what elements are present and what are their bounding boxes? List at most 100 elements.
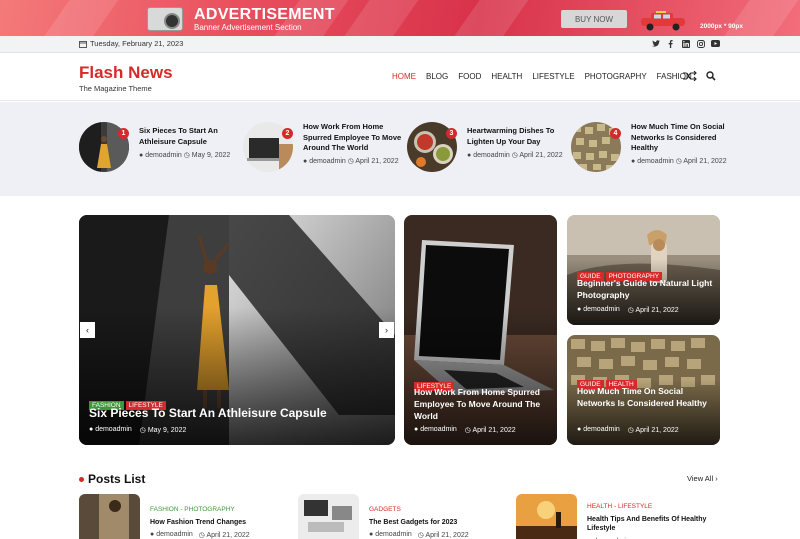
featured-title[interactable]: Six Pieces To Start An Athleisure Capsul… — [89, 406, 389, 420]
featured-slider[interactable]: FASHION LIFESTYLE Six Pieces To Start An … — [79, 215, 395, 445]
banner-decoration — [720, 0, 800, 36]
post-author[interactable]: demoadmin — [145, 152, 182, 159]
list-item[interactable]: HEALTH - LIFESTYLE Health Tips And Benef… — [516, 494, 726, 539]
post-title[interactable]: The Best Gadgets for 2023 — [369, 518, 504, 527]
trending-item[interactable]: 3 Heartwarming Dishes To Lighten Up Your… — [407, 122, 567, 182]
rank-badge: 3 — [446, 128, 457, 139]
rank-badge: 1 — [118, 128, 129, 139]
clock-icon: ◷ — [183, 152, 192, 159]
trending-item[interactable]: 1 Six Pieces To Start An Athleisure Caps… — [79, 122, 239, 182]
current-date: Tuesday, February 21, 2023 — [79, 39, 183, 48]
post-thumbnail[interactable] — [79, 494, 140, 539]
linkedin-icon[interactable] — [681, 39, 690, 48]
post-title[interactable]: Heartwarming Dishes To Lighten Up Your D… — [467, 126, 567, 147]
post-title[interactable]: How Much Time On Social Networks Is Cons… — [631, 122, 731, 154]
post-thumbnail[interactable] — [516, 494, 577, 539]
slider-prev-button[interactable]: ‹ — [80, 322, 95, 338]
post-meta: ● demoadmin ◷ April 21, 2022 — [150, 531, 250, 539]
site-logo[interactable]: Flash News — [79, 63, 173, 83]
post-meta: ● demoadmin ◷ April 21, 2022 — [467, 151, 577, 161]
post-date: ◷ April 21, 2022 — [198, 532, 250, 539]
nav-blog[interactable]: BLOG — [426, 72, 448, 81]
post-thumbnail[interactable] — [298, 494, 359, 539]
post-title[interactable]: Six Pieces To Start An Athleisure Capsul… — [139, 126, 239, 147]
post-author[interactable]: demoadmin — [309, 158, 346, 165]
featured-title[interactable]: How Work From Home Spurred Employee To M… — [414, 386, 554, 422]
post-meta: ● demoadmin ◷ May 9, 2022 — [89, 426, 186, 434]
post-date: ◷ April 21, 2022 — [627, 427, 679, 434]
camera-image — [147, 7, 183, 31]
post-author[interactable]: ● demoadmin — [577, 306, 620, 314]
advertisement-banner[interactable]: ADVERTISEMENT Banner Advertisement Secti… — [0, 0, 800, 36]
heading-dot-icon — [79, 476, 84, 482]
post-category[interactable]: FASHION - PHOTOGRAPHY — [150, 506, 235, 513]
author-icon: ● — [467, 152, 472, 159]
post-author[interactable]: ● demoadmin — [89, 426, 132, 434]
post-category[interactable]: HEALTH - LIFESTYLE — [587, 503, 652, 510]
featured-title[interactable]: Beginner's Guide to Natural Light Photog… — [577, 277, 717, 301]
trending-item[interactable]: 2 How Work From Home Spurred Employee To… — [243, 122, 403, 182]
site-tagline: The Magazine Theme — [79, 84, 152, 93]
post-meta: ● demoadmin ◷ April 21, 2022 — [631, 157, 741, 167]
list-item[interactable]: FASHION - PHOTOGRAPHY How Fashion Trend … — [79, 494, 289, 539]
rank-badge: 4 — [610, 128, 621, 139]
post-date: April 21, 2022 — [519, 152, 563, 159]
author-icon: ● — [303, 158, 308, 165]
buy-now-button[interactable]: BUY NOW — [561, 10, 627, 28]
nav-photography[interactable]: PHOTOGRAPHY — [585, 72, 647, 81]
post-author[interactable]: ● demoadmin — [577, 426, 620, 434]
date-text: Tuesday, February 21, 2023 — [90, 39, 184, 48]
post-title[interactable]: Health Tips And Benefits Of Healthy Life… — [587, 515, 722, 533]
author-icon: ● — [139, 152, 144, 159]
trending-item[interactable]: 4 How Much Time On Social Networks Is Co… — [571, 122, 731, 182]
ad-title: ADVERTISEMENT — [194, 6, 335, 23]
featured-card[interactable]: GUIDE PHOTOGRAPHY Beginner's Guide to Nat… — [567, 215, 720, 325]
main-navigation: HOME BLOG FOOD HEALTH LIFESTYLE PHOTOGRA… — [392, 72, 692, 81]
list-item[interactable]: GADGETS The Best Gadgets for 2023 ● demo… — [298, 494, 508, 539]
post-meta: ● demoadmin ◷ April 21, 2022 — [414, 426, 516, 434]
author-icon: ● — [631, 158, 636, 165]
nav-home[interactable]: HOME — [392, 72, 416, 81]
facebook-icon[interactable] — [666, 39, 675, 48]
post-title[interactable]: How Work From Home Spurred Employee To M… — [303, 122, 403, 154]
nav-lifestyle[interactable]: LIFESTYLE — [532, 72, 574, 81]
ad-size-label: 2000px * 90px — [700, 23, 744, 30]
site-header: Flash News The Magazine Theme HOME BLOG … — [0, 53, 800, 101]
view-all-link[interactable]: View All › — [687, 474, 718, 483]
car-image — [641, 11, 685, 31]
posts-list-heading: Posts List — [79, 472, 145, 486]
post-date: ◷ April 21, 2022 — [627, 307, 679, 314]
twitter-icon[interactable] — [651, 39, 660, 48]
post-meta: ● demoadmin ◷ May 9, 2022 — [139, 151, 249, 161]
slider-next-button[interactable]: › — [379, 322, 394, 338]
top-bar: Tuesday, February 21, 2023 — [0, 36, 800, 53]
image-overlay — [79, 307, 395, 445]
post-date: April 21, 2022 — [683, 158, 727, 165]
post-author[interactable]: ● demoadmin — [150, 531, 193, 539]
search-icon[interactable] — [706, 71, 716, 81]
featured-title[interactable]: How Much Time On Social Networks Is Cons… — [577, 385, 717, 409]
post-author[interactable]: ● demoadmin — [369, 531, 412, 539]
featured-card[interactable]: GUIDE HEALTH How Much Time On Social Netw… — [567, 335, 720, 445]
rank-badge: 2 — [282, 128, 293, 139]
banner-decoration — [40, 0, 120, 36]
post-author[interactable]: demoadmin — [473, 152, 510, 159]
banner-decoration — [340, 0, 420, 36]
post-date: ◷ May 9, 2022 — [139, 427, 187, 434]
nav-health[interactable]: HEALTH — [491, 72, 522, 81]
trending-posts: 1 Six Pieces To Start An Athleisure Caps… — [0, 102, 800, 196]
post-author[interactable]: demoadmin — [637, 158, 674, 165]
calendar-icon — [79, 40, 87, 48]
shuffle-icon[interactable] — [683, 71, 697, 81]
post-author[interactable]: ● demoadmin — [414, 426, 457, 434]
nav-food[interactable]: FOOD — [458, 72, 481, 81]
post-meta: ● demoadmin ◷ April 21, 2022 — [303, 157, 413, 167]
post-title[interactable]: How Fashion Trend Changes — [150, 518, 285, 527]
section-title: Posts List — [88, 472, 146, 486]
youtube-icon[interactable] — [711, 39, 720, 48]
post-meta: ● demoadmin ◷ April 21, 2022 — [369, 531, 469, 539]
featured-card[interactable]: LIFESTYLE How Work From Home Spurred Emp… — [404, 215, 557, 445]
post-date: May 9, 2022 — [191, 152, 231, 159]
post-category[interactable]: GADGETS — [369, 506, 401, 513]
instagram-icon[interactable] — [696, 39, 705, 48]
